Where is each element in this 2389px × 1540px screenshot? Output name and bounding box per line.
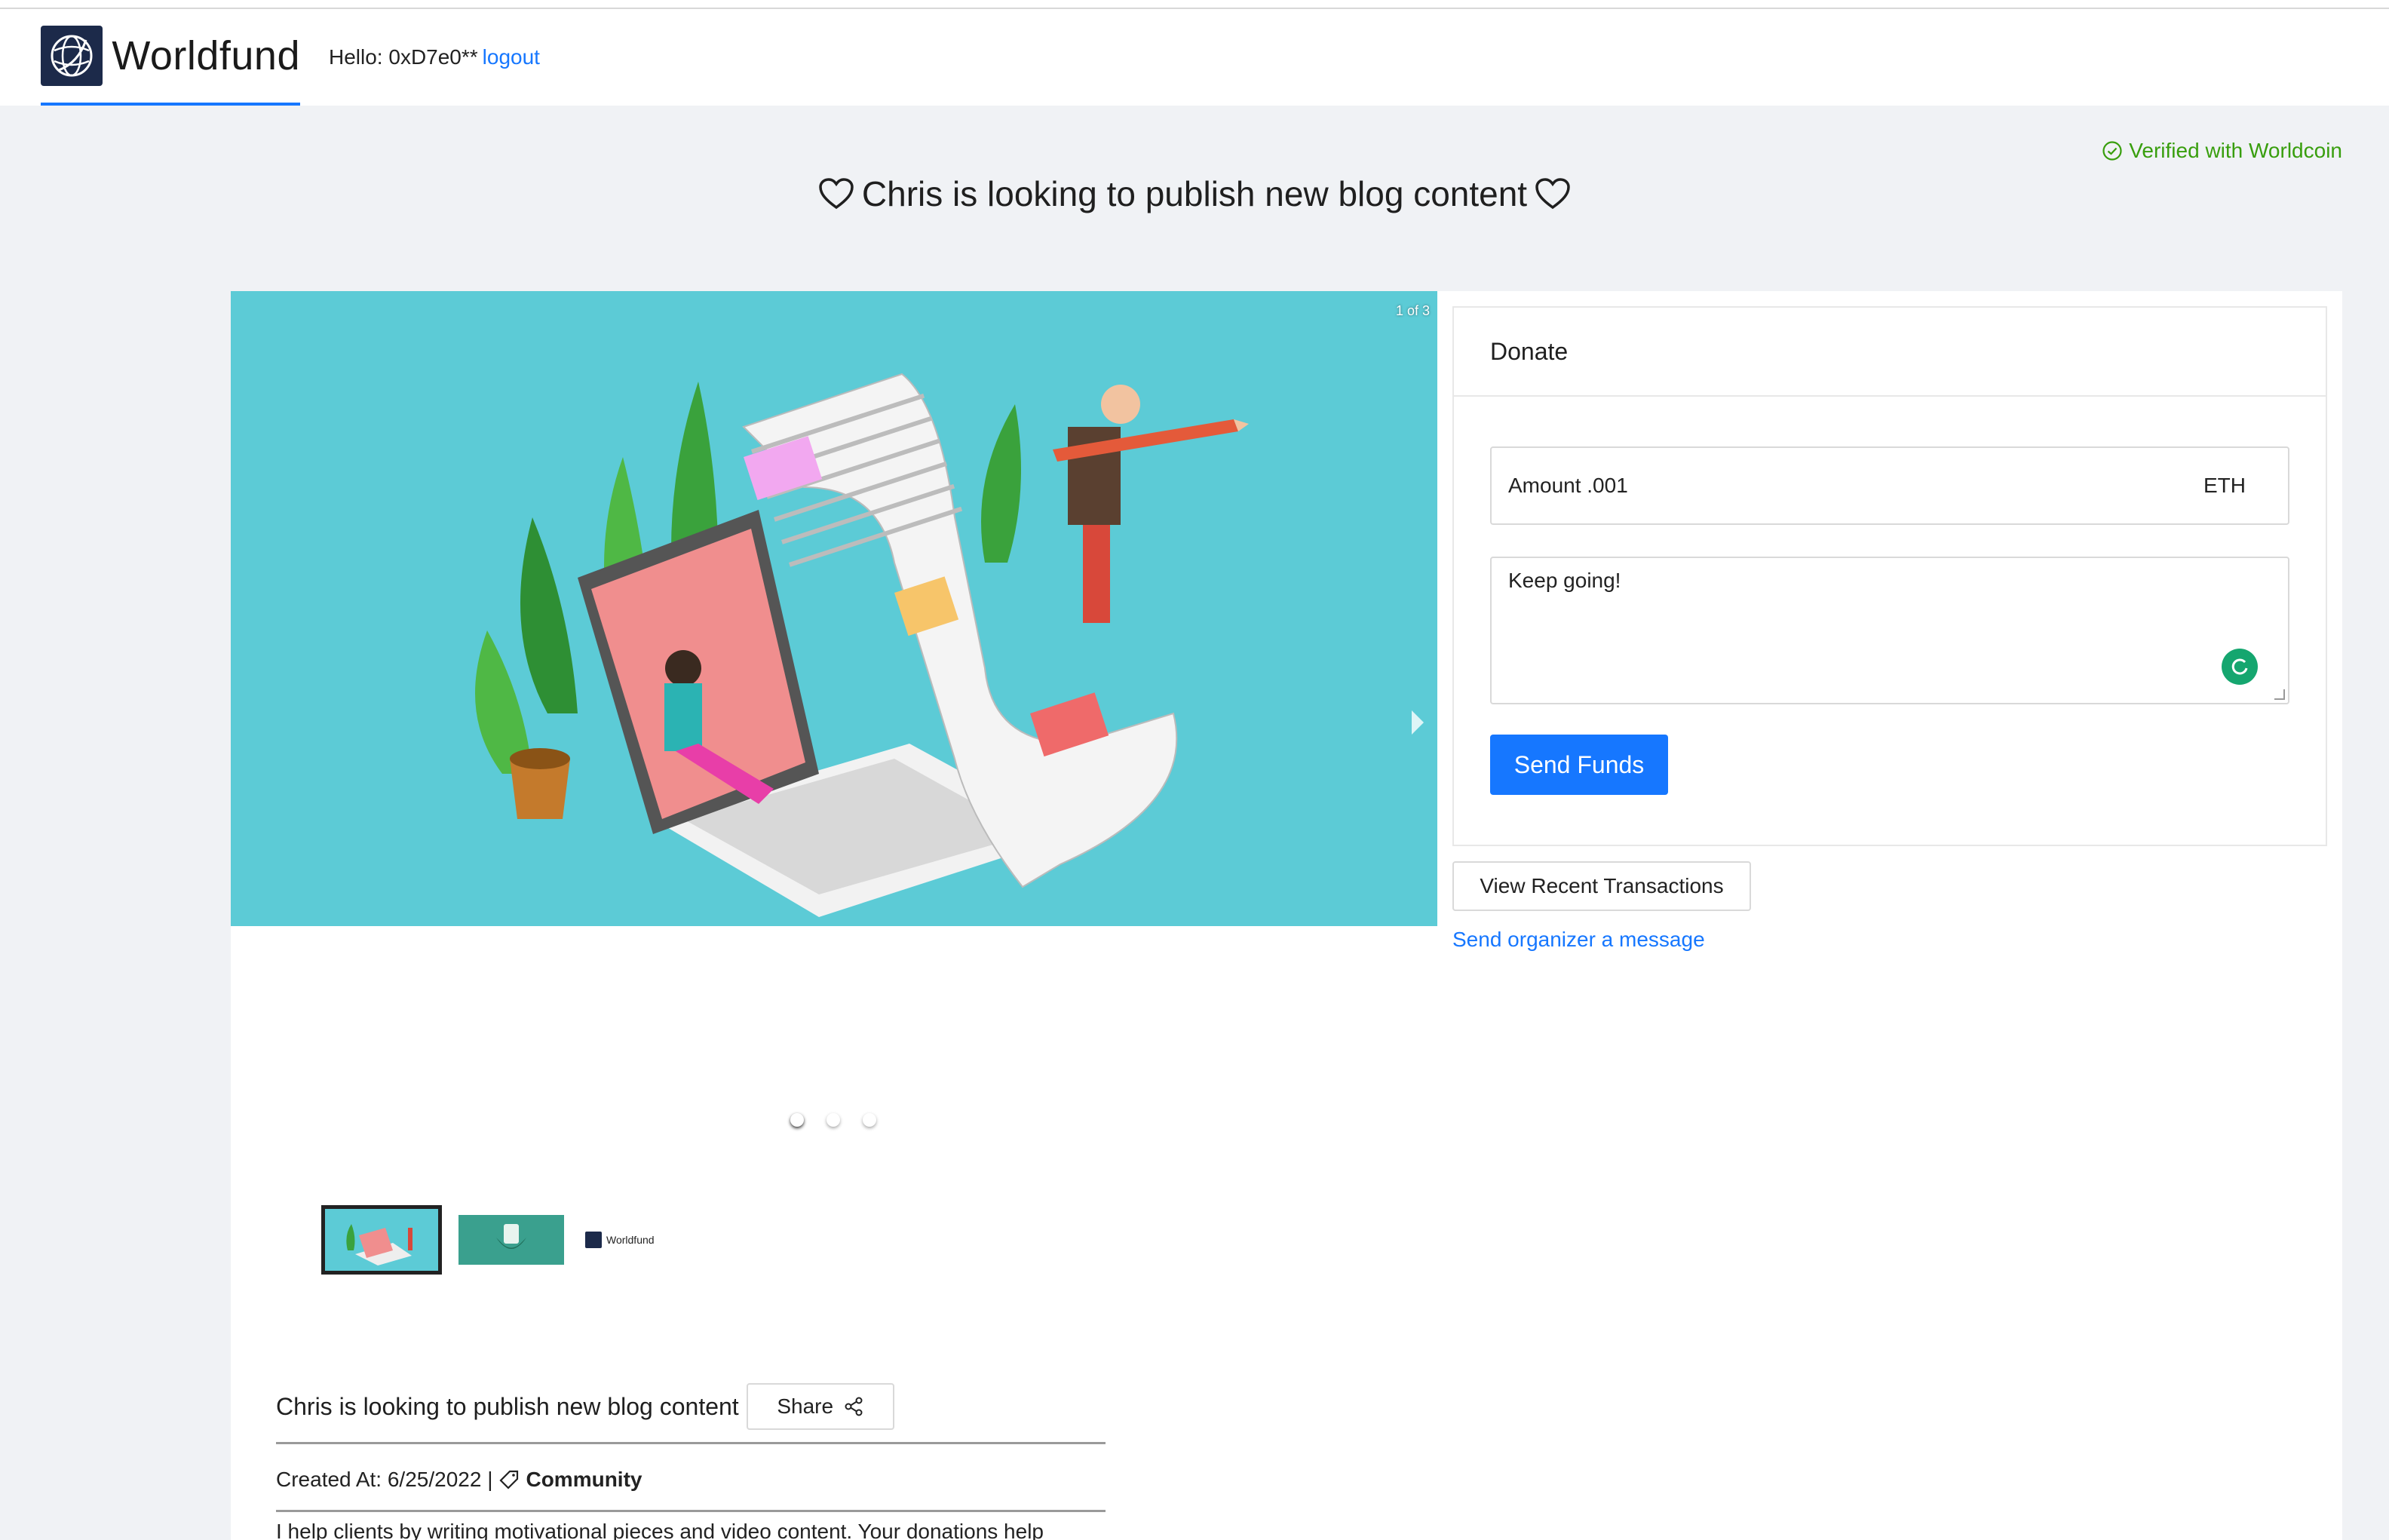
carousel-dots (790, 1113, 876, 1127)
carousel-dot-2[interactable] (826, 1113, 840, 1127)
browser-top-strip (0, 0, 2389, 9)
share-button[interactable]: Share (746, 1383, 894, 1430)
globe-logo-icon (585, 1232, 602, 1248)
next-arrow-icon[interactable] (1412, 710, 1424, 735)
thumbnail-2[interactable] (458, 1215, 564, 1265)
greeting: Hello: 0xD7e0** logout (329, 45, 540, 69)
grammar-assistant-icon[interactable] (2222, 649, 2258, 685)
verified-text: Verified with Worldcoin (2129, 139, 2342, 162)
donate-heading: Donate (1454, 308, 2326, 397)
divider (276, 1510, 1106, 1512)
carousel-dot-3[interactable] (863, 1113, 876, 1127)
send-funds-button[interactable]: Send Funds (1490, 735, 1668, 795)
logout-link[interactable]: logout (483, 45, 540, 69)
tag-icon (499, 1470, 519, 1489)
campaign-title: Chris is looking to publish new blog con… (276, 1392, 739, 1420)
thumbnail-strip: Worldfund (321, 1205, 686, 1275)
heart-icon (819, 178, 854, 210)
message-textarea[interactable]: Keep going! (1490, 557, 2289, 704)
brand-name: Worldfund (112, 33, 300, 78)
category-label: Community (526, 1468, 642, 1491)
divider (276, 1442, 1106, 1444)
verified-badge: Verified with Worldcoin (2102, 139, 2342, 163)
thumbnail-1[interactable] (321, 1205, 442, 1275)
carousel-dot-1[interactable] (790, 1113, 804, 1127)
heart-icon (1535, 178, 1570, 210)
campaign-description: I help clients by writing motivational p… (276, 1520, 1044, 1540)
created-date: Created At: 6/25/2022 | (276, 1468, 493, 1491)
page-title: Chris is looking to publish new blog con… (0, 173, 2389, 214)
amount-value: Amount .001 (1508, 474, 1628, 497)
resize-handle-icon[interactable] (2274, 689, 2285, 700)
donate-card: Donate Amount .001 ETH Keep going! Send … (1452, 306, 2327, 846)
slide-counter: 1 of 3 (1395, 303, 1430, 318)
page-title-text: Chris is looking to publish new blog con… (861, 174, 1528, 213)
greeting-text: Hello: 0xD7e0** (329, 45, 478, 69)
campaign-content: 1 of 3 Worldfund Chris is looking to pub… (231, 291, 2342, 1540)
amount-input[interactable]: Amount .001 ETH (1490, 446, 2289, 525)
view-transactions-button[interactable]: View Recent Transactions (1452, 861, 1751, 911)
thumbnail-3[interactable]: Worldfund (581, 1215, 686, 1265)
detail-title-row: Chris is looking to publish new blog con… (276, 1383, 1106, 1430)
globe-logo-icon (41, 26, 103, 86)
image-carousel[interactable]: 1 of 3 (231, 291, 1437, 926)
thumbnail-brand-text: Worldfund (606, 1234, 655, 1246)
currency-label: ETH (2203, 474, 2246, 497)
share-label: Share (777, 1394, 834, 1418)
share-icon (845, 1397, 863, 1416)
created-row: Created At: 6/25/2022 | Community (276, 1468, 642, 1492)
check-circle-icon (2102, 141, 2122, 161)
blog-illustration (475, 373, 1249, 917)
message-organizer-link[interactable]: Send organizer a message (1452, 928, 1705, 952)
brand[interactable]: Worldfund (41, 9, 300, 106)
message-value: Keep going! (1508, 569, 1621, 592)
header: Worldfund Hello: 0xD7e0** logout (0, 9, 2389, 106)
